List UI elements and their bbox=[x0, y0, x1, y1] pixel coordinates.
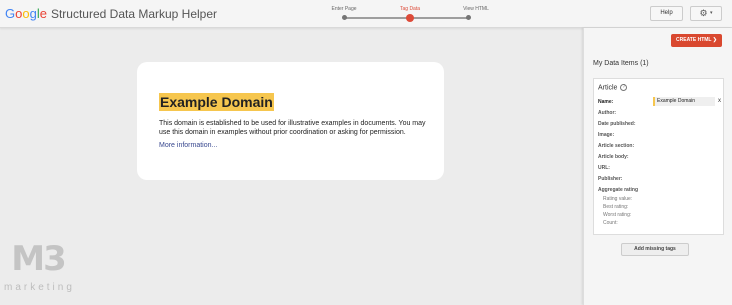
data-item-card: Article ? Name: Example Domain x Author:… bbox=[593, 78, 724, 235]
subfield-best-rating[interactable]: Best rating: bbox=[603, 204, 628, 210]
watermark-logo: M3 marketing bbox=[2, 237, 74, 303]
help-button[interactable]: Help bbox=[650, 6, 683, 21]
field-author[interactable]: Author: bbox=[598, 110, 616, 116]
more-info-link[interactable]: More information... bbox=[159, 142, 217, 149]
field-date-published[interactable]: Date published: bbox=[598, 121, 636, 127]
app-logo: Google Structured Data Markup Helper bbox=[5, 6, 217, 22]
field-publisher[interactable]: Publisher: bbox=[598, 176, 622, 182]
field-image[interactable]: Image: bbox=[598, 132, 614, 138]
app-title: Structured Data Markup Helper bbox=[50, 7, 218, 21]
field-url[interactable]: URL: bbox=[598, 165, 610, 171]
google-wordmark: Google bbox=[5, 6, 47, 21]
step-label-enter-page: Enter Page bbox=[331, 6, 357, 12]
panel-title: My Data Items (1) bbox=[593, 60, 649, 67]
step-dot-enter-page[interactable] bbox=[342, 15, 347, 20]
page-paragraph[interactable]: This domain is established to be used fo… bbox=[159, 119, 429, 137]
settings-button[interactable]: ⚙ ▾ bbox=[690, 6, 722, 21]
chevron-down-icon: ▾ bbox=[710, 10, 713, 17]
step-label-tag-data: Tag Data bbox=[399, 6, 421, 12]
data-items-panel: CREATE HTML ❯ My Data Items (1) Article … bbox=[583, 28, 732, 305]
step-label-view-html: View HTML bbox=[463, 6, 489, 12]
progress-stepper: Enter Page Tag Data View HTML bbox=[330, 4, 490, 26]
field-name: Name: bbox=[598, 99, 614, 105]
field-article-body[interactable]: Article body: bbox=[598, 154, 629, 160]
watermark-letters: M3 bbox=[11, 239, 67, 279]
page-heading[interactable]: Example Domain bbox=[159, 93, 274, 111]
item-type-label: Article bbox=[598, 84, 618, 92]
add-missing-tags-button[interactable]: Add missing tags bbox=[621, 243, 689, 256]
help-icon[interactable]: ? bbox=[620, 84, 628, 91]
subfield-rating-value[interactable]: Rating value: bbox=[603, 196, 632, 202]
item-type-heading: Article ? bbox=[598, 84, 628, 92]
field-aggregate-rating[interactable]: Aggregate rating bbox=[598, 187, 638, 193]
subfield-worst-rating[interactable]: Worst rating: bbox=[603, 212, 631, 218]
subfield-count[interactable]: Count: bbox=[603, 220, 618, 226]
create-html-button[interactable]: CREATE HTML ❯ bbox=[671, 34, 722, 47]
step-dot-view-html[interactable] bbox=[466, 15, 471, 20]
gear-icon: ⚙ bbox=[699, 8, 708, 18]
step-dot-tag-data[interactable] bbox=[406, 14, 414, 22]
field-article-section[interactable]: Article section: bbox=[598, 143, 634, 149]
remove-tag-icon[interactable]: x bbox=[718, 97, 721, 106]
page-preview: Example Domain This domain is establishe… bbox=[137, 62, 444, 180]
top-bar: Google Structured Data Markup Helper Ente… bbox=[0, 0, 732, 28]
watermark-subtext: marketing bbox=[4, 282, 75, 293]
name-value[interactable]: Example Domain bbox=[653, 97, 715, 106]
